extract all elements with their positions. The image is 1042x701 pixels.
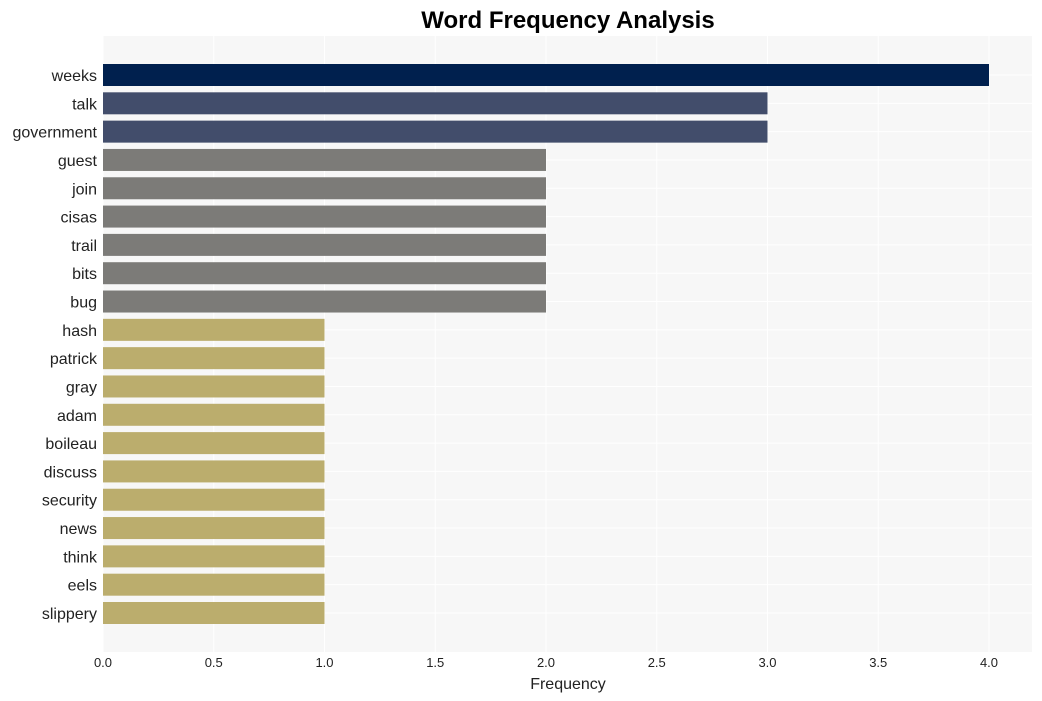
bar-guest [103,148,546,171]
chart-title: Word Frequency Analysis [421,7,714,34]
y-label-guest: guest [58,153,98,170]
word-frequency-chart: Word Frequency Analysis weeks talk governm… [13,7,1032,693]
bar-slippery [103,602,325,624]
y-label-gray: gray [66,379,97,396]
x-tick-label: 1.0 [315,655,333,670]
y-label-bug: bug [70,295,97,312]
bar-hash [103,318,325,341]
y-label-bits: bits [72,266,97,283]
bar-discuss [103,460,325,483]
bar-adam [103,403,325,426]
y-label-weeks: weeks [51,68,97,85]
x-tick-label: 0.0 [94,655,112,670]
bar-weeks [103,64,989,86]
y-label-boileau: boileau [45,436,97,453]
y-label-news: news [60,521,97,538]
x-tick-label: 2.5 [648,655,666,670]
x-tick-label: 4.0 [980,655,998,670]
x-tick-label: 3.5 [869,655,887,670]
x-tick-label: 1.5 [426,655,444,670]
bar-boileau [103,432,325,455]
bar-bits [103,262,546,285]
bar-eels [103,573,325,596]
bar-government [103,120,768,143]
y-axis-labels: weeks talk government guest join cisas trail bi… [13,68,99,623]
bar-trail [103,233,546,256]
x-tick-label: 3.0 [758,655,776,670]
y-label-patrick: patrick [50,351,98,368]
x-axis-label: Frequency [530,676,606,693]
y-label-adam: adam [57,408,97,425]
x-tick-label: 0.5 [205,655,223,670]
bar-patrick [103,347,325,370]
bar-security [103,488,325,511]
y-label-think: think [63,549,98,566]
x-tick-label: 2.0 [537,655,555,670]
y-label-hash: hash [62,323,97,340]
y-label-government: government [13,125,98,142]
bar-think [103,545,325,568]
y-label-cisas: cisas [61,210,97,227]
bar-talk [103,92,768,115]
y-label-eels: eels [68,578,97,595]
bar-news [103,517,325,540]
bar-gray [103,375,325,398]
y-label-security: security [42,493,97,510]
y-label-trail: trail [71,238,97,255]
bar-join [103,177,546,200]
y-label-slippery: slippery [42,606,97,623]
y-label-talk: talk [72,96,98,113]
y-label-join: join [71,181,97,198]
y-label-discuss: discuss [44,464,97,481]
x-axis-ticks: 0.0 0.5 1.0 1.5 2.0 2.5 3.0 3.5 4.0 [94,655,998,670]
bar-cisas [103,205,546,228]
bar-bug [103,290,546,313]
